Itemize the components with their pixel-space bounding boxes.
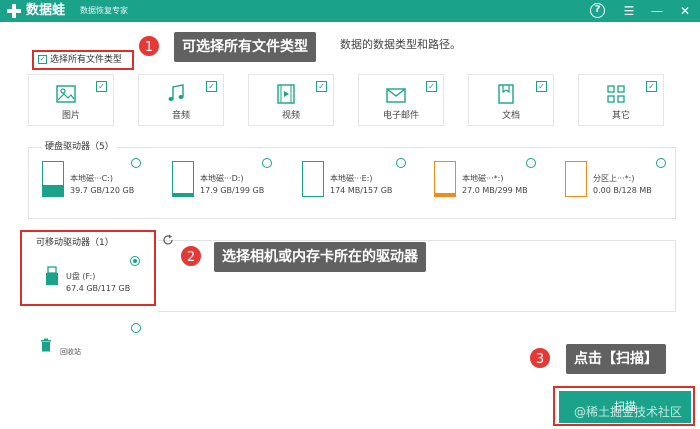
drive-size: 17.9 GB/199 GB [200, 186, 265, 195]
type-card-email[interactable]: ✓ 电子邮件 [358, 74, 444, 126]
recycle-bin-label: 回收站 [60, 348, 81, 356]
removable-title: 可移动驱动器（1） [36, 238, 114, 248]
drive-item[interactable]: 本地磁···D:) 17.9 GB/199 GB [172, 161, 292, 205]
drive-name: 本地磁···C:) [70, 174, 114, 183]
app-subtitle: 数据恢复专家 [80, 6, 128, 15]
type-checkbox[interactable]: ✓ [536, 81, 547, 92]
type-checkbox[interactable]: ✓ [426, 81, 437, 92]
type-label: 图片 [61, 111, 80, 121]
usb-drive-size: 67.4 GB/117 GB [66, 284, 131, 293]
title-bar: 数据蛙 数据恢复专家 ? ☰ — ✕ [0, 0, 700, 22]
callout-1: 可选择所有文件类型 [174, 32, 316, 62]
music-note-icon [168, 84, 184, 101]
trash-icon[interactable] [40, 338, 52, 352]
watermark: @稀土掘金技术社区 [574, 405, 683, 419]
drive-item[interactable]: 本地磁···E:) 174 MB/157 GB [302, 161, 422, 205]
drive-name: 分区上···*:) [593, 174, 635, 183]
select-all-checkbox[interactable]: ✓ 选择所有文件类型 [32, 50, 134, 70]
hamburger-menu-icon[interactable]: ☰ [620, 2, 638, 20]
video-icon [277, 84, 295, 104]
hard-drive-title: 硬盘驱动器（5） [42, 139, 117, 152]
type-checkbox[interactable]: ✓ [206, 81, 217, 92]
usb-drive-icon [46, 266, 58, 285]
hard-drive-icon [172, 161, 194, 197]
type-label: 电子邮件 [382, 111, 419, 121]
close-icon[interactable]: ✕ [676, 2, 694, 20]
callout-badge-1: 1 [137, 34, 161, 58]
drive-radio[interactable] [526, 158, 536, 168]
recycle-bin-radio[interactable] [131, 323, 141, 333]
plus-logo-icon [7, 4, 21, 18]
envelope-icon [386, 88, 406, 103]
type-label: 文档 [501, 111, 520, 121]
drive-size: 39.7 GB/120 GB [70, 186, 135, 195]
usb-drive-radio[interactable] [130, 256, 140, 266]
type-label: 视频 [281, 111, 300, 121]
callout-3: 点击【扫描】 [566, 344, 666, 374]
drive-name: 本地磁···D:) [200, 174, 244, 183]
drive-item[interactable]: 本地磁···*:) 27.0 MB/299 MB [434, 161, 554, 205]
drive-radio[interactable] [262, 158, 272, 168]
document-icon [498, 84, 514, 104]
drive-name: 本地磁···E:) [330, 174, 373, 183]
usb-drive-name: U盘 (F:) [66, 272, 96, 281]
hint-text: 数据的数据类型和路径。 [340, 38, 461, 51]
callout-2: 选择相机或内存卡所在的驱动器 [214, 242, 426, 272]
type-label: 音频 [171, 111, 190, 121]
app-name: 数据蛙 [26, 3, 66, 18]
minimize-icon[interactable]: — [648, 2, 666, 20]
refresh-icon[interactable] [162, 234, 174, 246]
type-label: 其它 [611, 111, 630, 121]
select-all-label: 选择所有文件类型 [50, 55, 123, 65]
question-circle-icon[interactable]: ? [590, 3, 605, 18]
type-checkbox[interactable]: ✓ [316, 81, 327, 92]
hard-drive-icon [42, 161, 64, 197]
checkbox-check-icon: ✓ [38, 55, 47, 64]
drive-item[interactable]: 分区上···*:) 0.00 B/128 MB [565, 161, 685, 205]
type-checkbox[interactable]: ✓ [646, 81, 657, 92]
type-card-document[interactable]: ✓ 文档 [468, 74, 554, 126]
grid-icon [607, 85, 625, 103]
type-card-audio[interactable]: ✓ 音频 [138, 74, 224, 126]
hard-drive-icon [434, 161, 456, 197]
drive-radio[interactable] [396, 158, 406, 168]
hard-drive-icon [565, 161, 587, 197]
drive-radio[interactable] [656, 158, 666, 168]
type-card-image[interactable]: ✓ 图片 [28, 74, 114, 126]
drive-name: 本地磁···*:) [462, 174, 504, 183]
drive-size: 27.0 MB/299 MB [462, 186, 528, 195]
image-icon [56, 85, 76, 103]
drive-size: 174 MB/157 GB [330, 186, 393, 195]
drive-radio[interactable] [131, 158, 141, 168]
drive-size: 0.00 B/128 MB [593, 186, 652, 195]
type-card-other[interactable]: ✓ 其它 [578, 74, 664, 126]
type-checkbox[interactable]: ✓ [96, 81, 107, 92]
type-card-video[interactable]: ✓ 视频 [248, 74, 334, 126]
callout-badge-2: 2 [179, 244, 203, 268]
callout-badge-3: 3 [528, 346, 552, 370]
hard-drive-icon [302, 161, 324, 197]
drive-item[interactable]: 本地磁···C:) 39.7 GB/120 GB [42, 161, 162, 205]
